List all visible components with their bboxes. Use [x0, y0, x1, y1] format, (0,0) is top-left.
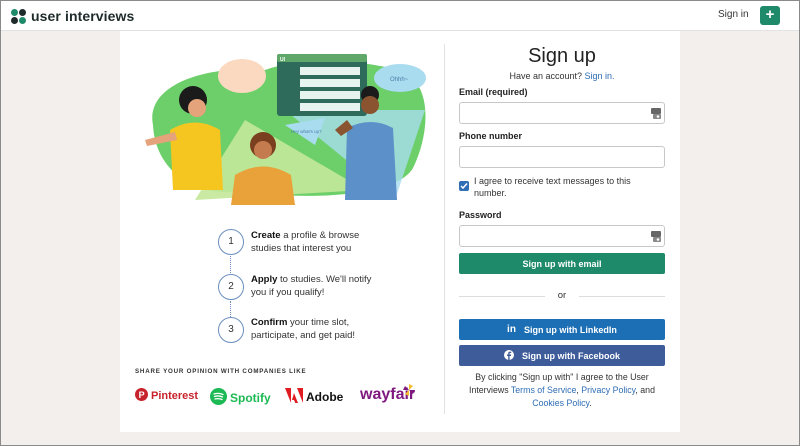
- sms-consent-checkbox[interactable]: [459, 181, 469, 191]
- cookies-link[interactable]: Cookies Policy: [532, 398, 589, 408]
- column-divider: [444, 44, 445, 414]
- phone-field[interactable]: [460, 147, 664, 168]
- signup-linkedin-button[interactable]: in Sign up with LinkedIn: [459, 319, 665, 340]
- logo-icon: [11, 8, 26, 24]
- top-nav-bar: user interviews: [1, 1, 799, 31]
- header-signin-link[interactable]: Sign in: [718, 9, 749, 20]
- email-field[interactable]: [460, 103, 664, 124]
- spotify-logo: Spotify: [210, 388, 271, 408]
- email-label: Email (required): [459, 87, 528, 97]
- password-manager-icon[interactable]: [651, 108, 661, 119]
- privacy-link[interactable]: Privacy Policy: [581, 385, 635, 395]
- adobe-icon: [285, 388, 303, 406]
- signup-email-button[interactable]: Sign up with email: [459, 253, 665, 274]
- phone-label: Phone number: [459, 131, 523, 141]
- signup-facebook-button[interactable]: Sign up with Facebook: [459, 345, 665, 366]
- bubble-text: Hey what's up?: [291, 129, 322, 134]
- have-account-text: Have an account? Sign in.: [509, 71, 615, 81]
- legal-text: By clicking "Sign up with" I agree to th…: [469, 372, 655, 408]
- step-2-text: Apply to studies. We'll notify you if yo…: [251, 274, 372, 298]
- checkmark-icon: [460, 183, 468, 190]
- hero-illustration: Ohhh~ UI Hey what's up?: [145, 54, 426, 205]
- signin-link[interactable]: Sign in.: [585, 71, 615, 81]
- window-label: UI: [280, 57, 286, 63]
- step-1-text: Create a profile & browse studies that i…: [251, 230, 360, 254]
- adobe-logo: Adobe: [285, 388, 343, 406]
- svg-text:P: P: [139, 390, 145, 400]
- facebook-icon: [503, 349, 514, 362]
- logo-text: user interviews: [31, 8, 135, 24]
- wayfair-logo: wayfair: [360, 383, 415, 404]
- phone-field-wrap: [459, 146, 665, 168]
- pinterest-icon: P: [135, 388, 148, 404]
- sms-consent-label: I agree to receive text messages to this…: [474, 176, 631, 198]
- terms-link[interactable]: Terms of Service: [511, 385, 577, 395]
- password-field[interactable]: [460, 226, 664, 247]
- spotify-icon: [210, 388, 227, 408]
- share-opinion-heading: SHARE YOUR OPINION WITH COMPANIES LIKE: [135, 368, 307, 375]
- password-label: Password: [459, 210, 502, 220]
- page-title: Sign up: [528, 45, 596, 67]
- linkedin-icon: in: [507, 324, 516, 335]
- step-3-circle: 3: [218, 317, 244, 343]
- wayfair-pinwheel-icon: [403, 383, 415, 401]
- pinterest-logo: P Pinterest: [135, 388, 198, 404]
- step-1-circle: 1: [218, 229, 244, 255]
- add-button[interactable]: +: [760, 6, 780, 25]
- bubble-hi-text: Ohhh~: [390, 77, 409, 83]
- step-3-text: Confirm your time slot, participate, and…: [251, 317, 356, 341]
- password-field-wrap: [459, 225, 665, 247]
- step-2-circle: 2: [218, 274, 244, 300]
- password-manager-icon[interactable]: [651, 231, 661, 242]
- logo[interactable]: user interviews: [11, 8, 134, 24]
- or-separator: or: [459, 290, 665, 302]
- email-field-wrap: [459, 102, 665, 124]
- step-connector: [230, 301, 231, 317]
- step-connector: [230, 256, 231, 273]
